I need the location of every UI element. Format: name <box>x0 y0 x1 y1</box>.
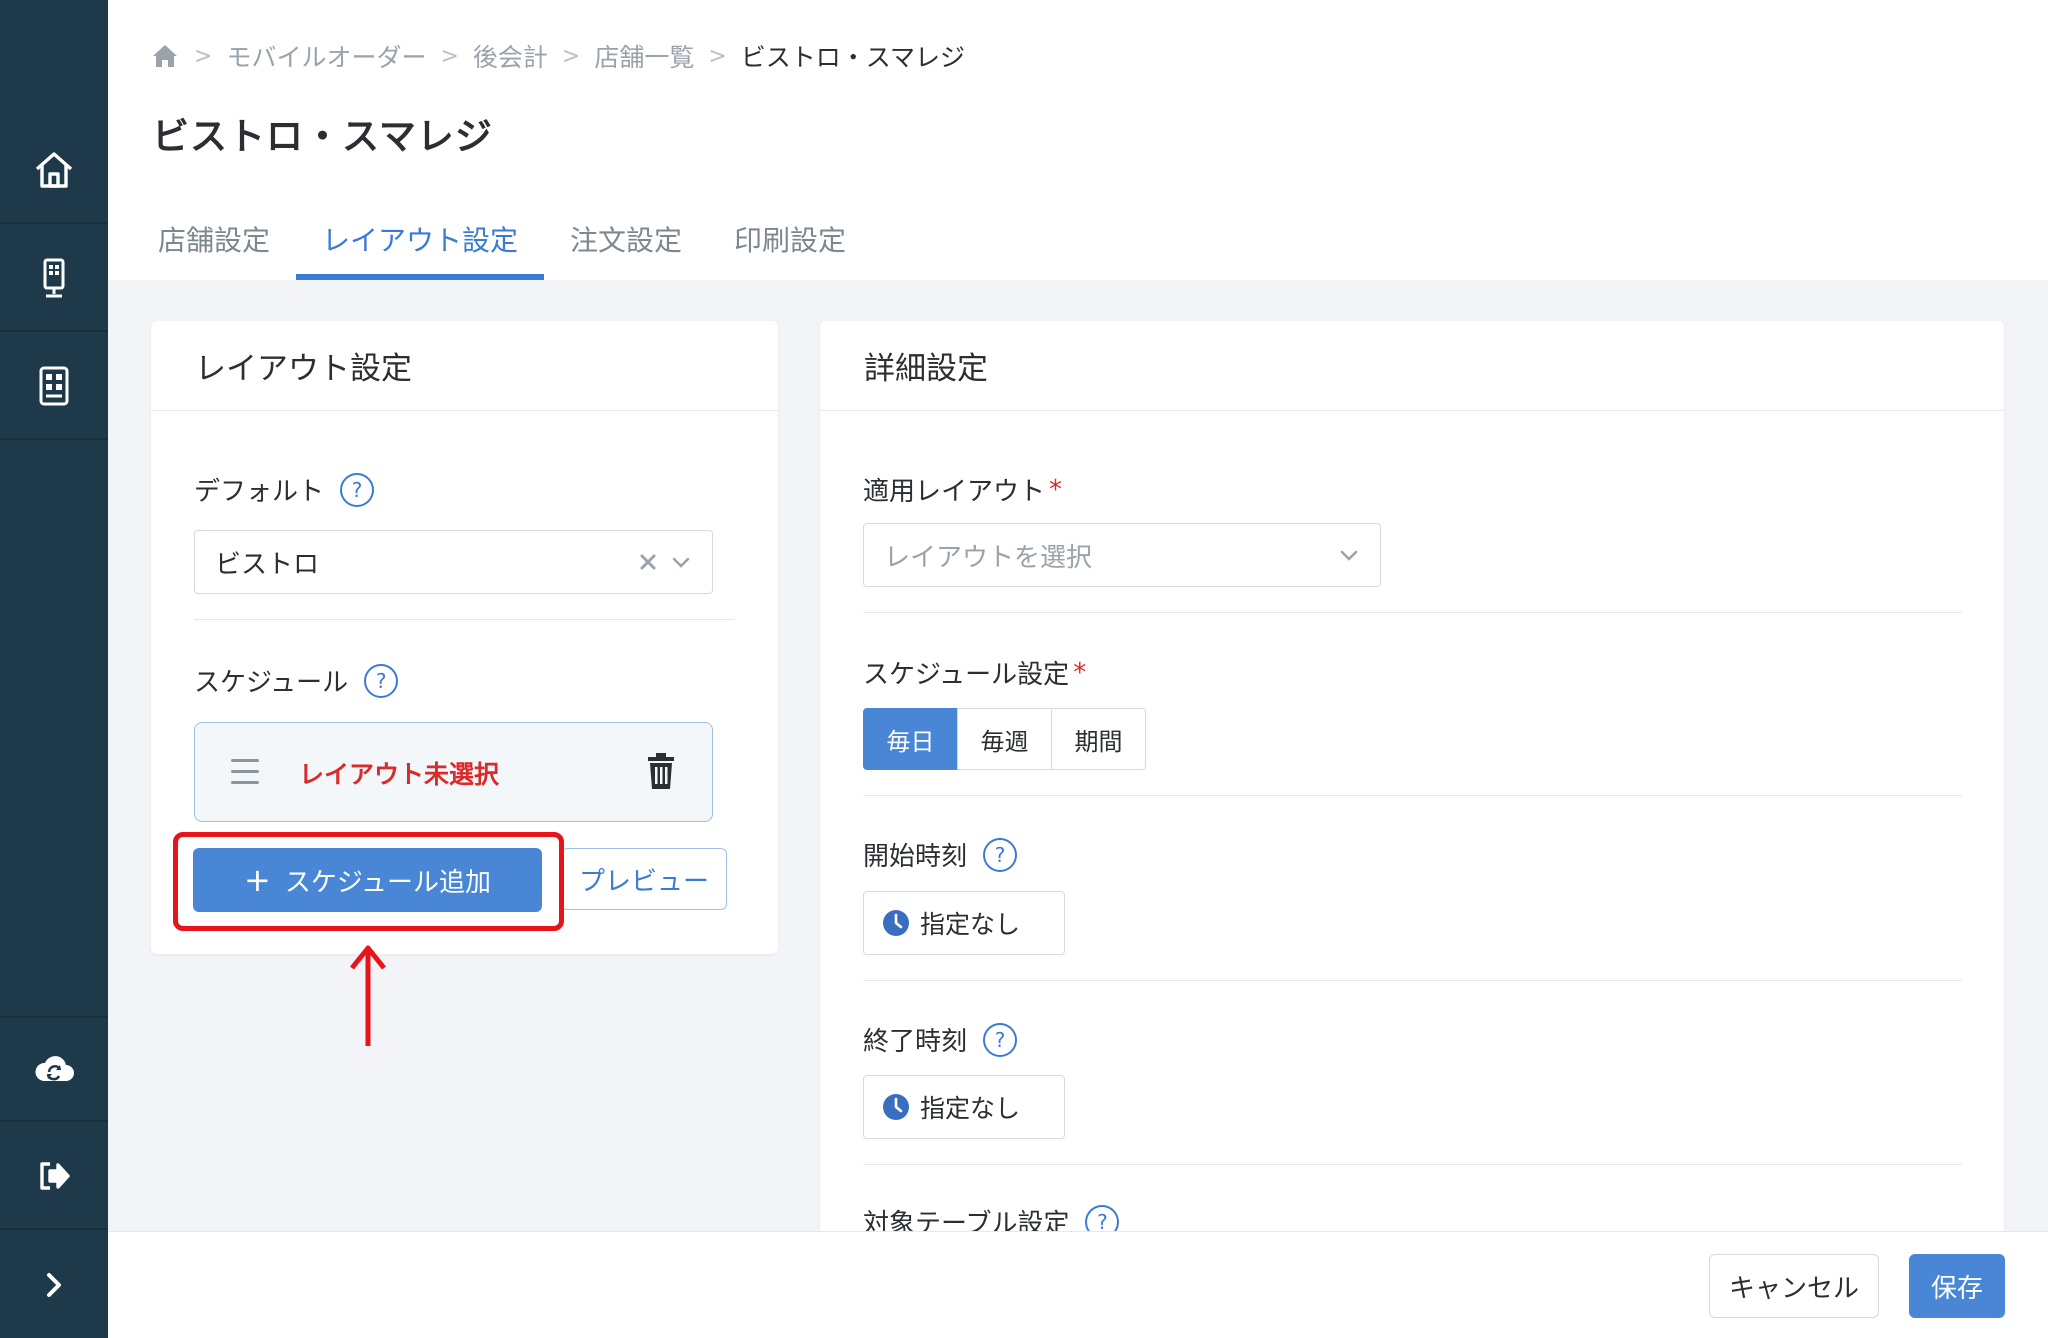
default-label: デフォルト <box>194 477 325 507</box>
breadcrumb-item-post-payment[interactable]: 後会計 <box>473 38 548 74</box>
schedule-option-period[interactable]: 期間 <box>1051 708 1146 770</box>
apply-layout-select[interactable]: レイアウトを選択 <box>863 523 1381 587</box>
schedule-option-weekly[interactable]: 毎週 <box>957 708 1052 770</box>
help-icon[interactable]: ? <box>983 837 1018 872</box>
start-time-input[interactable]: 指定なし <box>863 891 1065 955</box>
tab-layout-settings[interactable]: レイアウト設定 <box>296 210 545 280</box>
apply-layout-placeholder: レイアウトを選択 <box>884 542 1093 573</box>
detail-settings-title: 詳細設定 <box>820 321 2004 411</box>
default-layout-value: ビストロ <box>215 549 320 580</box>
breadcrumb-separator: > <box>561 43 581 69</box>
divider <box>863 980 1962 981</box>
end-time-value: 指定なし <box>920 1094 1021 1123</box>
sidebar-expand-button[interactable] <box>0 1232 108 1338</box>
save-button[interactable]: 保存 <box>1909 1254 2005 1318</box>
chevron-down-icon[interactable] <box>670 551 692 573</box>
required-mark: * <box>1073 657 1087 688</box>
footer-bar: キャンセル 保存 <box>108 1231 2048 1338</box>
required-mark: * <box>1049 474 1063 505</box>
apply-layout-label-row: 適用レイアウト * <box>863 471 1062 508</box>
drag-handle-icon[interactable] <box>231 759 259 792</box>
sidebar <box>0 0 108 1338</box>
clear-icon[interactable] <box>638 552 658 572</box>
divider <box>863 612 1962 613</box>
trash-icon[interactable] <box>646 753 676 789</box>
end-time-label: 終了時刻 <box>863 1027 968 1057</box>
schedule-setting-label-row: スケジュール設定 * <box>863 654 1086 691</box>
tab-print-settings[interactable]: 印刷設定 <box>708 210 872 268</box>
breadcrumb-item-mobile-order[interactable]: モバイルオーダー <box>226 38 426 74</box>
kiosk-icon <box>43 258 65 298</box>
breadcrumb-separator: > <box>194 43 213 69</box>
schedule-type-toggle: 毎日 毎週 期間 <box>863 708 1146 770</box>
page-header: > モバイルオーダー > 後会計 > 店舗一覧 > ビストロ・スマレジ ビストロ… <box>108 0 2048 280</box>
tab-store-settings[interactable]: 店舗設定 <box>132 210 296 268</box>
page-title: ビストロ・スマレジ <box>152 115 493 158</box>
cancel-button[interactable]: キャンセル <box>1709 1254 1879 1318</box>
tablet-icon <box>39 366 69 406</box>
default-label-row: デフォルト ? <box>194 471 375 508</box>
help-icon[interactable]: ? <box>340 472 375 507</box>
highlight-box <box>173 832 564 931</box>
help-icon[interactable]: ? <box>364 663 399 698</box>
breadcrumb-separator: > <box>440 43 459 69</box>
breadcrumb-separator: > <box>708 43 727 69</box>
home-breadcrumb-icon[interactable] <box>150 41 180 71</box>
schedule-option-daily[interactable]: 毎日 <box>863 708 958 770</box>
end-time-label-row: 終了時刻 ? <box>863 1021 1018 1058</box>
divider <box>863 1164 1962 1165</box>
schedule-setting-label: スケジュール設定 <box>863 660 1070 690</box>
sidebar-tablet-button[interactable] <box>0 334 108 440</box>
start-time-value: 指定なし <box>920 910 1021 939</box>
detail-settings-card: 詳細設定 適用レイアウト * レイアウトを選択 スケジュール設定 * 毎日 毎週… <box>820 321 2004 1241</box>
apply-layout-label: 適用レイアウト <box>863 477 1046 507</box>
divider <box>194 619 735 620</box>
preview-button[interactable]: プレビュー <box>561 848 727 910</box>
start-time-label: 開始時刻 <box>863 842 968 872</box>
sidebar-sync-button[interactable] <box>0 1016 108 1122</box>
layout-settings-title: レイアウト設定 <box>151 321 778 411</box>
cloud-sync-icon <box>35 1056 74 1081</box>
help-icon[interactable]: ? <box>983 1022 1018 1057</box>
end-time-input[interactable]: 指定なし <box>863 1075 1065 1139</box>
tab-bar: 店舗設定 レイアウト設定 注文設定 印刷設定 <box>132 210 872 280</box>
start-time-label-row: 開始時刻 ? <box>863 836 1018 873</box>
logout-icon <box>40 1162 70 1190</box>
chevron-right-icon <box>47 1273 61 1297</box>
divider <box>863 795 1962 796</box>
clock-icon <box>883 910 909 936</box>
schedule-label: スケジュール <box>194 668 349 698</box>
clock-icon <box>883 1094 909 1120</box>
default-layout-select[interactable]: ビストロ <box>194 530 713 594</box>
sidebar-home-button[interactable] <box>0 118 108 224</box>
breadcrumb-item-store-list[interactable]: 店舗一覧 <box>594 38 694 74</box>
schedule-item-layout: レイアウト未選択 <box>299 760 500 789</box>
breadcrumb: > モバイルオーダー > 後会計 > 店舗一覧 > ビストロ・スマレジ <box>150 38 965 74</box>
breadcrumb-item-current: ビストロ・スマレジ <box>740 43 966 72</box>
sidebar-kiosk-button[interactable] <box>0 226 108 332</box>
chevron-down-icon[interactable] <box>1338 544 1360 566</box>
schedule-item[interactable]: レイアウト未選択 <box>194 722 713 822</box>
tab-order-settings[interactable]: 注文設定 <box>544 210 708 268</box>
home-icon <box>35 152 73 188</box>
sidebar-logout-button[interactable] <box>0 1124 108 1230</box>
arrow-up-icon <box>350 945 386 1046</box>
schedule-label-row: スケジュール ? <box>194 662 399 699</box>
